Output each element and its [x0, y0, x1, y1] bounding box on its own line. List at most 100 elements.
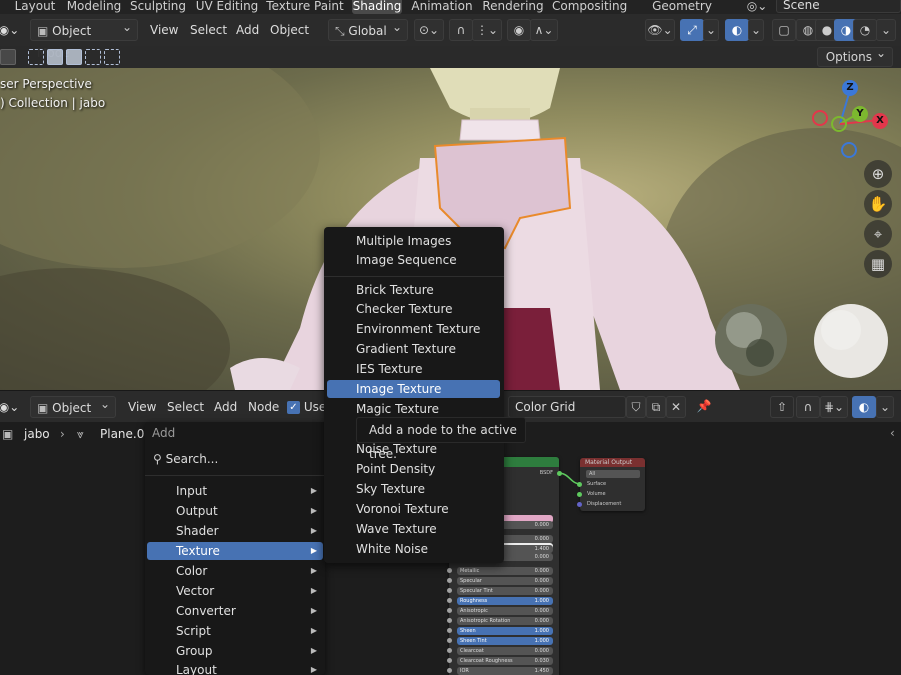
bsdf-input-socket[interactable]	[447, 618, 452, 623]
transform-orientation-dropdown[interactable]: ⤡ Global	[328, 16, 408, 41]
menu-item-input[interactable]: Input ▶	[147, 482, 323, 500]
object-mode-dropdown[interactable]: ▣ Object Mode	[30, 16, 138, 60]
rendered-shading-icon[interactable]: ◔	[853, 19, 877, 41]
submenu-item-environment-texture[interactable]: Environment Texture	[327, 320, 500, 338]
menu-item-layout[interactable]: Layout ▶	[147, 661, 323, 675]
snap-target-icon[interactable]: ⋮⌄	[472, 19, 502, 41]
scene-selector-icon[interactable]: ◎⌄	[744, 0, 770, 14]
node-menu-select[interactable]: Select	[167, 396, 204, 418]
menu-item-script[interactable]: Script ▶	[147, 622, 323, 640]
gizmo-dropdown-icon[interactable]: ⌄	[703, 19, 719, 41]
tab-uv-editing[interactable]: UV Editing	[194, 0, 260, 14]
tab-animation[interactable]: Animation	[410, 0, 474, 14]
falloff-icon[interactable]: ∧⌄	[530, 19, 558, 41]
editor-type-icon[interactable]: ◉⌄	[0, 19, 22, 41]
gizmo-neg-x-axis[interactable]	[812, 110, 828, 126]
use-nodes-checkbox[interactable]: ✓ Use	[287, 396, 326, 418]
select-subtract-icon[interactable]	[66, 49, 82, 65]
submenu-item-image-texture[interactable]: Image Texture	[327, 380, 500, 398]
submenu-item-checker-texture[interactable]: Checker Texture	[327, 300, 500, 318]
bsdf-input-socket[interactable]	[447, 638, 452, 643]
gizmo-neg-y-axis[interactable]	[831, 116, 847, 132]
submenu-item-voronoi-texture[interactable]: Voronoi Texture	[327, 500, 500, 518]
gizmo-neg-z-axis[interactable]	[841, 142, 857, 158]
submenu-item-magic-texture[interactable]: Magic Texture	[327, 400, 500, 418]
bsdf-property-row[interactable]: Specular Tint 0.000	[447, 587, 553, 595]
tab-sculpting[interactable]: Sculpting	[128, 0, 188, 14]
duplicate-material-icon[interactable]: ⧉	[646, 396, 666, 418]
sidebar-toggle-icon[interactable]: ‹	[890, 426, 895, 440]
menu-item-converter[interactable]: Converter ▶	[147, 602, 323, 620]
submenu-item-point-density[interactable]: Point Density	[327, 460, 500, 478]
shader-type-dropdown[interactable]: ▣ Object	[30, 393, 116, 418]
camera-view-icon[interactable]: ⌖	[864, 220, 892, 248]
node-editor-type-icon[interactable]: ◉⌄	[0, 396, 22, 418]
gizmo-x-axis[interactable]: X	[872, 113, 888, 129]
tab-modeling[interactable]: Modeling	[66, 0, 122, 14]
bsdf-property-row[interactable]: Clearcoat 0.000	[447, 647, 553, 655]
submenu-item-multiple-images[interactable]: Multiple Images	[327, 232, 500, 250]
bsdf-input-socket[interactable]	[447, 608, 452, 613]
submenu-item-wave-texture[interactable]: Wave Texture	[327, 520, 500, 538]
bsdf-property-row[interactable]: Sheen 1.000	[447, 627, 553, 635]
select-new-icon[interactable]	[28, 49, 44, 65]
node-overlay-dropdown-icon[interactable]: ⌄	[876, 396, 894, 418]
tool-select-icon[interactable]	[0, 49, 16, 65]
gizmo-y-axis[interactable]: Y	[852, 106, 868, 122]
bsdf-property-row[interactable]: Sheen Tint 1.000	[447, 637, 553, 645]
tab-shading[interactable]: Shading	[352, 0, 402, 14]
node-menu-view[interactable]: View	[128, 396, 156, 418]
pan-hand-icon[interactable]: ✋	[864, 190, 892, 218]
material-name-field[interactable]: Color Grid	[508, 396, 626, 418]
gizmo-z-axis[interactable]: Z	[842, 80, 858, 96]
visibility-icon[interactable]: 👁⌄	[645, 19, 675, 41]
menu-add[interactable]: Add	[236, 19, 259, 41]
proportional-edit-icon[interactable]: ◉	[507, 19, 531, 41]
node-menu-add[interactable]: Add	[214, 396, 237, 418]
bsdf-property-row[interactable]: IOR 1.450	[447, 667, 553, 675]
gizmo-toggle-icon[interactable]: ⤢	[680, 19, 704, 41]
options-dropdown[interactable]: Options	[816, 44, 893, 67]
bsdf-input-socket[interactable]	[447, 588, 452, 593]
menu-select[interactable]: Select	[190, 19, 227, 41]
bsdf-input-socket[interactable]	[447, 598, 452, 603]
submenu-item-ies-texture[interactable]: IES Texture	[327, 360, 500, 378]
node-snap-icon[interactable]: ∩	[796, 396, 820, 418]
submenu-item-gradient-texture[interactable]: Gradient Texture	[327, 340, 500, 358]
snap-toggle-icon[interactable]: ∩	[449, 19, 473, 41]
pin-icon[interactable]: 📌	[692, 396, 716, 418]
menu-item-vector[interactable]: Vector ▶	[147, 582, 323, 600]
bsdf-input-socket[interactable]	[447, 628, 452, 633]
tab-texture-paint[interactable]: Texture Paint	[266, 0, 344, 14]
submenu-item-image-sequence[interactable]: Image Sequence	[327, 251, 500, 269]
fake-user-shield-icon[interactable]: ⛉	[626, 396, 646, 418]
menu-view[interactable]: View	[150, 19, 178, 41]
node-overlay-icon[interactable]: ◐	[852, 396, 876, 418]
select-invert-icon[interactable]	[85, 49, 101, 65]
node-menu-node[interactable]: Node	[248, 396, 279, 418]
menu-item-texture[interactable]: Texture ▶	[147, 542, 323, 560]
xray-toggle-icon[interactable]: ▢	[772, 19, 796, 41]
bsdf-property-row[interactable]: Anisotropic Rotation 0.000	[447, 617, 553, 625]
pivot-point-icon[interactable]: ⊙⌄	[414, 19, 444, 41]
bsdf-property-row[interactable]: Clearcoat Roughness 0.030	[447, 657, 553, 665]
overlay-dropdown-icon[interactable]: ⌄	[748, 19, 764, 41]
bsdf-input-socket[interactable]	[447, 668, 452, 673]
tab-compositing[interactable]: Compositing	[552, 0, 627, 14]
submenu-item-sky-texture[interactable]: Sky Texture	[327, 480, 500, 498]
menu-item-output[interactable]: Output ▶	[147, 502, 323, 520]
menu-object[interactable]: Object	[270, 19, 309, 41]
bsdf-property-row[interactable]: Specular 0.000	[447, 577, 553, 585]
unlink-material-icon[interactable]: ✕	[666, 396, 686, 418]
select-extend-icon[interactable]	[47, 49, 63, 65]
select-intersect-icon[interactable]	[104, 49, 120, 65]
tab-geometry-nodes[interactable]: Geometry Nodes	[634, 0, 730, 14]
node-snap-element-icon[interactable]: ⋕⌄	[820, 396, 848, 418]
menu-item-shader[interactable]: Shader ▶	[147, 522, 323, 540]
bsdf-input-socket[interactable]	[447, 648, 452, 653]
bsdf-property-row[interactable]: Anisotropic 0.000	[447, 607, 553, 615]
bsdf-property-row[interactable]: Roughness 1.000	[447, 597, 553, 605]
overlay-toggle-icon[interactable]: ◐	[725, 19, 749, 41]
add-menu-search[interactable]: ⚲ Search...	[153, 452, 218, 466]
tab-rendering[interactable]: Rendering	[482, 0, 544, 14]
